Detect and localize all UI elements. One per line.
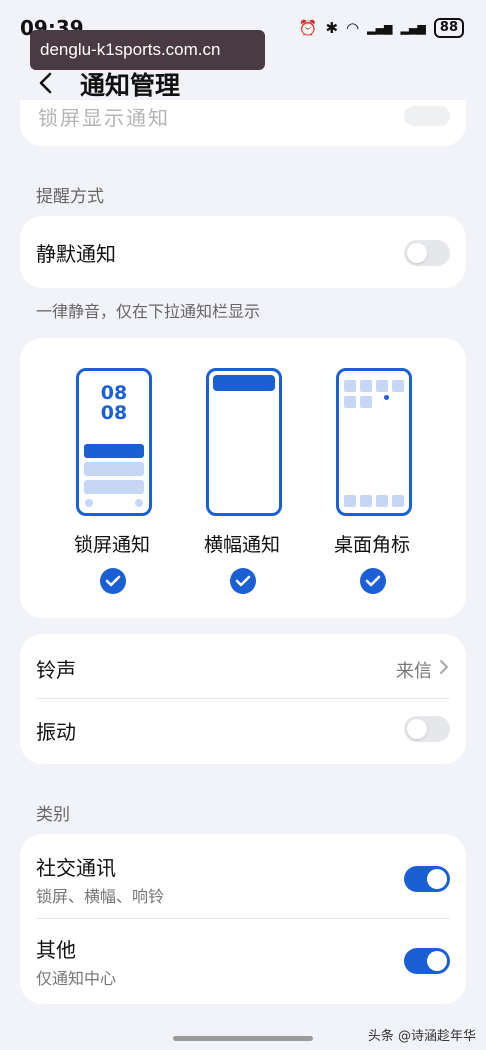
home-indicator[interactable] [173,1036,313,1041]
app-grid-row-1 [344,380,404,392]
vibrate-toggle[interactable] [404,716,450,742]
app-grid-row-2 [344,396,372,408]
silent-notification-label: 静默通知 [36,242,116,266]
flashlight-dot [85,499,93,507]
badge-preview [336,368,412,516]
banner-bar [213,375,275,391]
category-sub-social: 锁屏、横幅、响铃 [36,887,165,906]
notif-bar-tertiary [84,480,144,494]
silent-notification-card: 静默通知 [20,216,466,288]
lockscreen-preview: 08 08 [76,368,152,516]
clock-minute: 08 [100,402,128,424]
clock-preview: 08 08 [79,383,149,423]
alarm-icon: ⏰ [298,19,318,37]
chevron-right-icon [440,660,448,674]
signal-icon-2: ▂▄▆ [400,21,426,35]
status-icons: ⏰ ✱ ◠ ▂▄▆ ▂▄▆ 88 [299,18,464,38]
category-label-social: 社交通讯 [36,856,116,880]
wifi-icon: ◠ [346,19,360,37]
url-overlay: denglu-k1sports.com.cn [30,30,265,70]
category-row-social[interactable]: 社交通讯 锁屏、横幅、响铃 [20,834,466,918]
vibrate-label: 振动 [36,720,76,744]
toggle-knob [407,719,427,739]
style-label-lockscreen: 锁屏通知 [73,534,150,556]
category-label-other: 其他 [36,938,76,962]
style-banner[interactable]: 横幅通知 [182,368,302,618]
page-title: 通知管理 [80,71,181,100]
sound-card: 铃声 来信 振动 [20,634,466,764]
silent-notification-toggle[interactable] [404,240,450,266]
category-row-other[interactable]: 其他 仅通知中心 [20,918,466,1004]
badge-check-icon[interactable] [360,568,386,594]
section-label-category: 类别 [36,805,70,825]
watermark: 头条 @诗涵趁年华 [367,1029,476,1044]
social-toggle[interactable] [404,866,450,892]
badge-dot [384,395,389,400]
notif-bar-secondary [84,462,144,476]
notif-bar-primary [84,444,144,458]
partial-toggle[interactable] [404,106,450,126]
style-lockscreen[interactable]: 08 08 锁屏通知 [52,368,172,618]
toggle-knob [427,869,447,889]
signal-icon: ▂▄▆ [367,21,393,35]
category-card: 社交通讯 锁屏、横幅、响铃 其他 仅通知中心 [20,834,466,1004]
clock-hour: 08 [100,382,128,404]
back-arrow-icon[interactable] [32,68,62,98]
ringtone-value: 来信 [396,661,432,682]
banner-preview [206,368,282,516]
toggle-knob [427,951,447,971]
style-label-badge: 桌面角标 [333,534,410,556]
ringtone-row[interactable]: 铃声 来信 [20,634,466,698]
other-toggle[interactable] [404,948,450,974]
ringtone-label: 铃声 [36,658,76,682]
battery-icon: 88 [433,18,464,38]
dock-row [344,495,404,507]
style-label-banner: 横幅通知 [203,534,280,556]
banner-check-icon[interactable] [230,568,256,594]
section-label-reminder: 提醒方式 [36,187,104,207]
silent-hint: 一律静音，仅在下拉通知栏显示 [36,302,261,321]
toggle-knob [407,243,427,263]
lockscreen-check-icon[interactable] [100,568,126,594]
notification-styles-card: 08 08 锁屏通知 横幅通知 桌面角标 [20,338,466,618]
camera-dot [135,499,143,507]
divider [36,698,450,699]
style-badge[interactable]: 桌面角标 [312,368,432,618]
bluetooth-icon: ✱ [325,19,339,37]
category-sub-other: 仅通知中心 [36,969,117,988]
